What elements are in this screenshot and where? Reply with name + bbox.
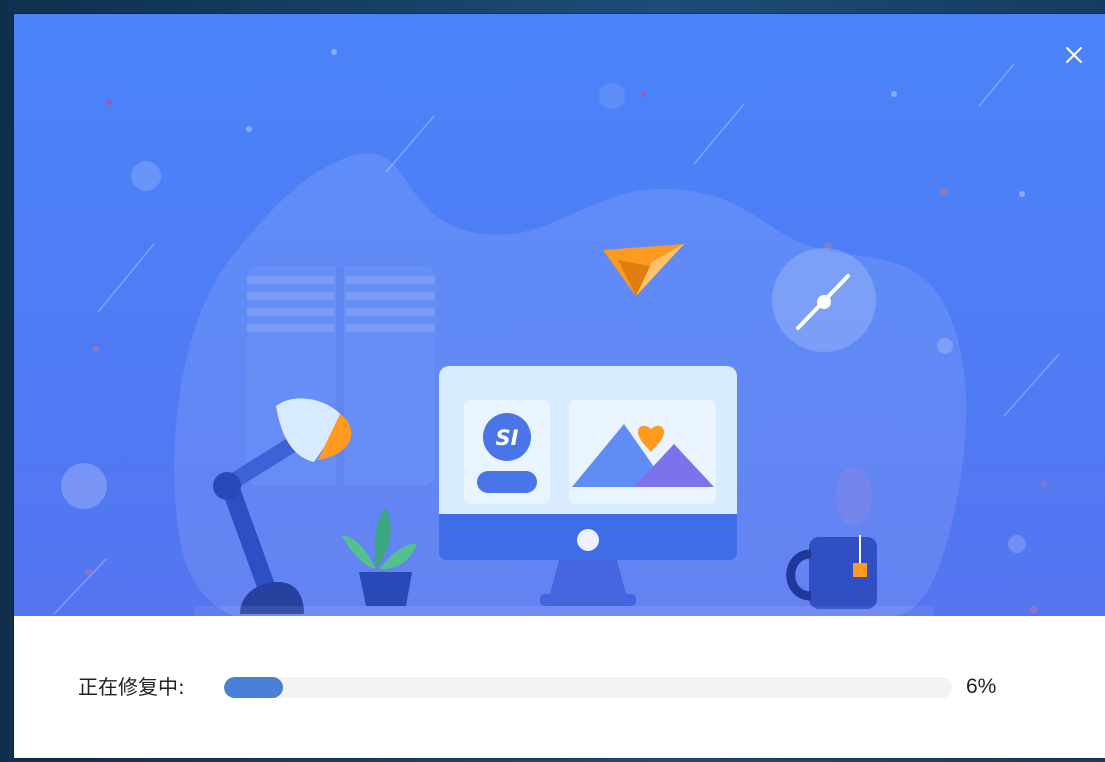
floor-line [194, 606, 934, 616]
repair-progress-bar [224, 677, 952, 698]
computer-badge-text: SI [496, 426, 519, 450]
repair-dialog: SI 正在修复中: 6% [14, 14, 1105, 758]
progress-percent-text: 6% [966, 675, 997, 698]
clock-icon [772, 248, 876, 352]
close-icon [1066, 47, 1082, 63]
illustration-banner: SI [14, 14, 1105, 616]
repair-status-label: 正在修复中: [78, 675, 185, 699]
repair-illustration: SI [53, 49, 1060, 616]
close-button[interactable] [1059, 40, 1089, 70]
progress-footer: 正在修复中: 6% [14, 616, 1105, 758]
repair-progress-fill [224, 677, 283, 698]
